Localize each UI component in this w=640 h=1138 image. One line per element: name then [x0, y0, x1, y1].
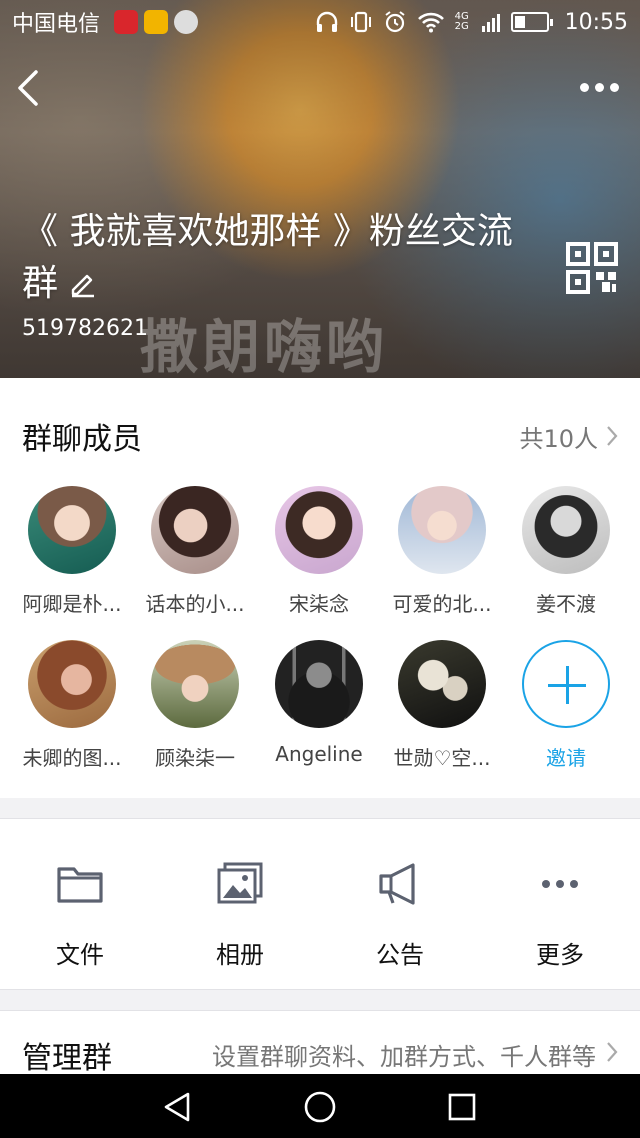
back-button[interactable]	[12, 64, 48, 112]
member-name: 话本的小...	[145, 592, 245, 616]
manage-group-row[interactable]: 管理群 设置群聊资料、加群方式、千人群等	[0, 1010, 640, 1074]
network-type-label: 4G 2G	[454, 11, 469, 32]
avatar	[28, 640, 116, 728]
action-label: 相册	[216, 941, 264, 969]
action-label: 更多	[536, 941, 584, 969]
member-name: 姜不渡	[536, 592, 596, 616]
manage-group-description: 设置群聊资料、加群方式、千人群等	[212, 1043, 596, 1071]
more-horizontal-icon	[542, 880, 578, 888]
member-name: 阿卿是朴...	[22, 592, 122, 616]
avatar	[275, 486, 363, 574]
system-nav-bar	[0, 1074, 640, 1138]
chevron-right-icon	[607, 426, 618, 446]
avatar	[151, 640, 239, 728]
avatar	[275, 640, 363, 728]
group-id: 519782621	[22, 316, 148, 341]
member-item[interactable]: 阿卿是朴...	[8, 486, 136, 617]
invite-button[interactable]: 邀请	[502, 640, 630, 771]
avatar	[522, 486, 610, 574]
avatar	[398, 486, 486, 574]
member-name: Angeline	[275, 742, 363, 766]
album-icon	[217, 862, 263, 904]
action-label: 公告	[376, 941, 424, 969]
app-notification-icon	[174, 10, 199, 34]
member-item[interactable]: 可爱的北...	[378, 486, 506, 617]
quick-actions: 文件 相册 公告 更多	[0, 818, 640, 990]
avatar	[151, 486, 239, 574]
battery-icon	[510, 12, 553, 32]
announcement-button[interactable]: 公告	[320, 859, 480, 970]
chevron-right-icon	[607, 1042, 618, 1062]
members-title: 群聊成员	[22, 422, 142, 457]
member-item[interactable]: Angeline	[255, 640, 383, 766]
group-title: 《 我就喜欢她那样 》粉丝交流群	[22, 206, 522, 310]
carrier-label: 中国电信	[12, 12, 101, 37]
vibrate-icon	[350, 11, 371, 33]
netease-music-icon	[114, 10, 139, 34]
member-name: 顾染柒一	[155, 746, 235, 770]
member-item[interactable]: 未卿的图...	[8, 640, 136, 771]
dot-icon	[580, 82, 589, 92]
nav-recents-icon[interactable]	[445, 1090, 479, 1124]
nav-home-icon[interactable]	[303, 1090, 337, 1124]
member-item[interactable]: 话本的小...	[131, 486, 259, 617]
more-button[interactable]: 更多	[480, 859, 640, 970]
album-button[interactable]: 相册	[160, 859, 320, 970]
member-name: 可爱的北...	[392, 592, 492, 616]
files-button[interactable]: 文件	[0, 859, 160, 970]
members-header[interactable]: 群聊成员 共10人	[22, 414, 618, 458]
manage-group-title: 管理群	[22, 1041, 112, 1074]
warning-app-icon	[144, 10, 169, 34]
edit-pencil-icon[interactable]	[68, 268, 98, 298]
megaphone-icon	[379, 863, 415, 905]
members-section: 群聊成员 共10人 阿卿是朴... 话本的小... 宋柒念 可爱的北... 姜不…	[0, 378, 640, 798]
add-icon	[522, 640, 610, 728]
clock: 10:55	[564, 9, 628, 35]
members-count[interactable]: 共10人	[519, 419, 618, 454]
signal-icon	[481, 14, 500, 32]
member-item[interactable]: 宋柒念	[255, 486, 383, 617]
qr-code-button[interactable]	[566, 242, 618, 294]
member-item[interactable]: 世勋♡空...	[378, 640, 506, 771]
chevron-left-icon	[18, 70, 38, 106]
member-name: 宋柒念	[289, 592, 349, 616]
member-name: 世勋♡空...	[393, 746, 491, 770]
member-item[interactable]: 顾染柒一	[131, 640, 259, 771]
dot-icon	[595, 82, 604, 92]
header-more-button[interactable]	[580, 74, 624, 100]
qr-code-icon	[566, 242, 618, 294]
avatar	[28, 486, 116, 574]
status-bar: 中国电信 4G 2G 10:55	[0, 0, 640, 44]
headphones-icon	[316, 11, 337, 32]
wifi-icon	[417, 12, 444, 33]
dot-icon	[610, 82, 619, 92]
nav-back-icon[interactable]	[160, 1090, 194, 1124]
member-item[interactable]: 姜不渡	[502, 486, 630, 617]
invite-label: 邀请	[546, 746, 586, 770]
header-watermark: 撒朗嗨哟	[140, 313, 389, 378]
avatar	[398, 640, 486, 728]
action-label: 文件	[56, 941, 104, 969]
member-name: 未卿的图...	[22, 746, 122, 770]
members-count-label: 共10人	[519, 424, 598, 453]
folder-icon	[57, 867, 103, 903]
alarm-icon	[384, 11, 405, 33]
